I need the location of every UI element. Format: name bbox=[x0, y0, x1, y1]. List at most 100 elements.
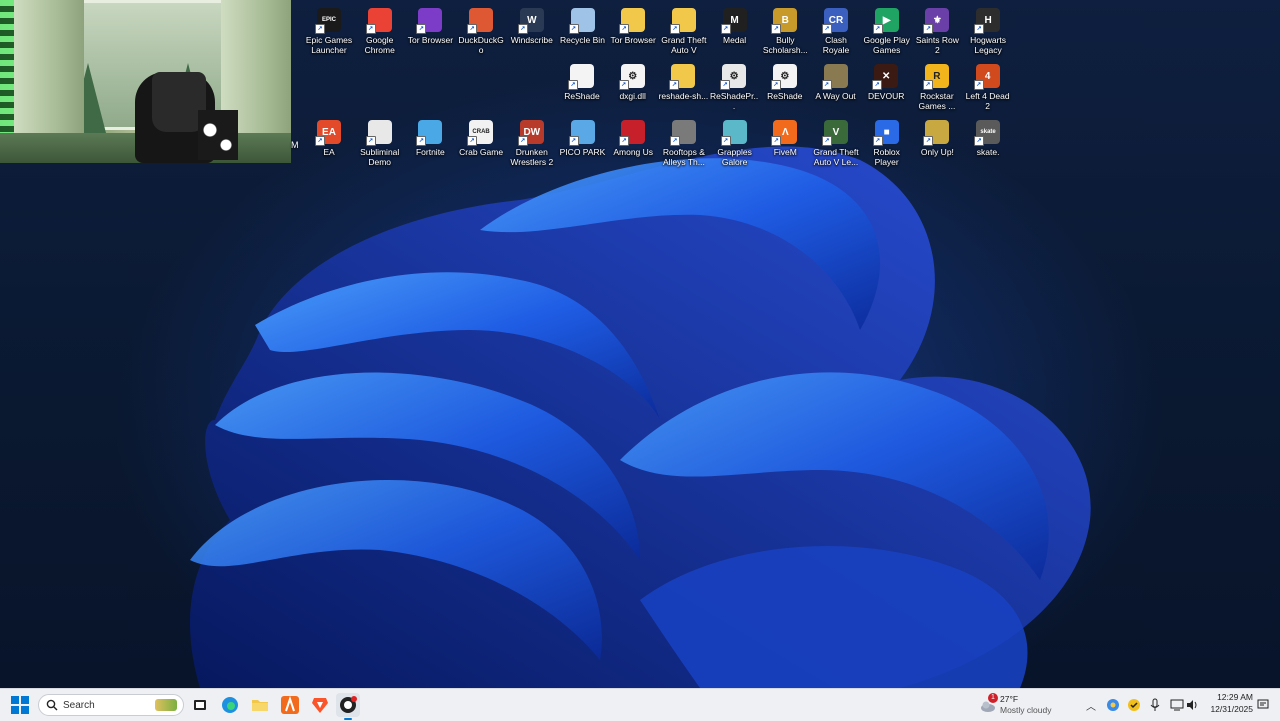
desktop-icon-label: Saints Row 2 bbox=[915, 35, 959, 55]
reshade2-icon-glyph: ⚙ bbox=[780, 70, 790, 82]
chevron-up-icon: ︿ bbox=[1086, 701, 1096, 713]
fortnite-icon: ↗ bbox=[416, 120, 443, 146]
devour-icon-glyph: ✕ bbox=[881, 70, 891, 82]
folder-icon bbox=[252, 700, 268, 711]
desktop-icon-label: Medal bbox=[723, 35, 747, 45]
clock[interactable]: 12:29 AM 12/31/2025 bbox=[1205, 692, 1253, 718]
desktop-icon-amongus[interactable]: ↗ Among Us bbox=[608, 116, 658, 157]
brave-button[interactable] bbox=[308, 693, 332, 717]
desktop-icon-saints[interactable]: ⚜ ↗ Saints Row 2 bbox=[912, 4, 962, 55]
desktop-icon-onlyup[interactable]: ↗ Only Up! bbox=[912, 116, 962, 157]
desktop-icon-clash[interactable]: CR ↗ Clash Royale bbox=[811, 4, 861, 55]
desktop-icon-hogwarts[interactable]: H ↗ Hogwarts Legacy bbox=[963, 4, 1013, 55]
partial-icon-label: M bbox=[291, 140, 299, 150]
grapples-icon: ↗ bbox=[720, 120, 747, 146]
obs-button[interactable] bbox=[336, 693, 360, 720]
amongus-icon: ↗ bbox=[619, 120, 646, 146]
tray-norton-button[interactable] bbox=[1125, 693, 1143, 717]
desktop-icon-grapples[interactable]: ↗ Grapples Galore bbox=[710, 116, 760, 167]
task-view-button[interactable] bbox=[188, 693, 212, 717]
search-icon bbox=[46, 699, 58, 711]
desktop-icon-ddg[interactable]: ↗ DuckDuckGo bbox=[456, 4, 506, 55]
notification-icon bbox=[1257, 699, 1269, 709]
desktop-icon-tor1[interactable]: ↗ Tor Browser bbox=[405, 4, 455, 45]
reshade2-icon: ⚙ ↗ bbox=[770, 64, 797, 90]
desktop-icon-gta5le[interactable]: V ↗ Grand Theft Auto V Le... bbox=[811, 116, 861, 167]
desktop-icon-gta5[interactable]: ↗ Grand Theft Auto V bbox=[659, 4, 709, 55]
desktop-icon-recycle[interactable]: ↗ Recycle Bin bbox=[558, 4, 608, 45]
desktop-icon-fortnite[interactable]: ↗ Fortnite bbox=[405, 116, 455, 157]
shortcut-arrow-icon: ↗ bbox=[467, 24, 478, 34]
devour-icon: ✕ ↗ bbox=[872, 64, 899, 90]
desktop-icon-windscribe[interactable]: W ↗ Windscribe bbox=[507, 4, 557, 45]
webcam-overlay bbox=[0, 0, 291, 163]
reshadesh-icon: ↗ bbox=[669, 64, 696, 90]
chrome-icon: ↗ bbox=[365, 8, 392, 34]
desktop-icon-gpg[interactable]: ▶ ↗ Google Play Games bbox=[862, 4, 912, 55]
clash-icon: CR ↗ bbox=[822, 8, 848, 34]
desktop-icon-label: DEVOUR bbox=[868, 91, 905, 101]
desktop-icon-chrome[interactable]: ↗ Google Chrome bbox=[355, 4, 405, 55]
dxgi-icon: ⚙ ↗ bbox=[618, 64, 645, 90]
desktop-icon-dxgi[interactable]: ⚙ ↗ dxgi.dll bbox=[608, 60, 658, 101]
desktop-icon-subliminal[interactable]: ↗ Subliminal Demo bbox=[355, 116, 405, 167]
shortcut-arrow-icon: ↗ bbox=[619, 24, 630, 34]
desktop-icon-skate[interactable]: skate ↗ skate. bbox=[963, 116, 1013, 157]
shortcut-arrow-icon: ↗ bbox=[771, 24, 782, 34]
shortcut-arrow-icon: ↗ bbox=[973, 80, 984, 90]
gpg-icon: ▶ ↗ bbox=[872, 8, 899, 34]
desktop[interactable]: M EPIC ↗ Epic Games Launcher ↗ Google Chrome… bbox=[0, 0, 1280, 688]
fivem-taskbar-button[interactable] bbox=[278, 693, 302, 717]
desktop-icon-rooftops[interactable]: ↗ Rooftops & Alleys Th... bbox=[659, 116, 709, 167]
tray-app-button[interactable] bbox=[1104, 693, 1122, 717]
l4d2-icon: 4 ↗ bbox=[973, 64, 1000, 90]
notifications-button[interactable] bbox=[1254, 693, 1272, 717]
desktop-icon-epic[interactable]: EPIC ↗ Epic Games Launcher bbox=[304, 4, 354, 55]
weather-widget[interactable]: 1 27°F Mostly cloudy bbox=[980, 692, 1060, 718]
desktop-icon-tor2[interactable]: ↗ Tor Browser bbox=[608, 4, 658, 45]
desktop-icon-ea[interactable]: EA ↗ EA bbox=[304, 116, 354, 157]
tray-app-icon bbox=[1107, 699, 1119, 711]
bully-icon-glyph: B bbox=[781, 14, 789, 26]
volume-button[interactable] bbox=[1184, 693, 1202, 717]
taskbar-search[interactable]: Search bbox=[38, 694, 184, 716]
desktop-icon-awayout[interactable]: ↗ A Way Out bbox=[811, 60, 861, 101]
desktop-icon-devour[interactable]: ✕ ↗ DEVOUR bbox=[861, 60, 911, 101]
desktop-icon-crab[interactable]: CRAB ↗ Crab Game bbox=[456, 116, 506, 157]
desktop-icon-l4d2[interactable]: 4 ↗ Left 4 Dead 2 bbox=[963, 60, 1013, 111]
microphone-button[interactable] bbox=[1146, 693, 1164, 717]
desktop-icon-pico[interactable]: ↗ PICO PARK bbox=[558, 116, 608, 157]
gta5le-icon: V ↗ bbox=[822, 120, 848, 146]
desktop-icon-drunken[interactable]: DW ↗ Drunken Wrestlers 2 bbox=[507, 116, 557, 167]
start-button[interactable] bbox=[8, 693, 32, 717]
desktop-icon-label: dxgi.dll bbox=[619, 91, 646, 101]
obs-icon bbox=[340, 696, 357, 713]
shortcut-arrow-icon: ↗ bbox=[416, 24, 427, 34]
tor2-icon: ↗ bbox=[619, 8, 646, 34]
desktop-icon-reshadesh[interactable]: ↗ reshade-sh... bbox=[658, 60, 708, 101]
hogwarts-icon: H ↗ bbox=[974, 8, 1001, 34]
desktop-icon-fivem[interactable]: Λ ↗ FiveM bbox=[760, 116, 810, 157]
shortcut-arrow-icon: ↗ bbox=[923, 136, 934, 146]
desktop-icon-reshadepr[interactable]: ⚙ ↗ ReShadePr... bbox=[709, 60, 759, 111]
shortcut-arrow-icon: ↗ bbox=[669, 24, 680, 34]
desktop-icon-label: FiveM bbox=[773, 147, 797, 157]
desktop-icon-reshade1[interactable]: ↗ ReShade bbox=[557, 60, 607, 101]
desktop-icon-label: DuckDuckGo bbox=[458, 35, 504, 55]
desktop-icon-bully[interactable]: B ↗ Bully Scholarsh... bbox=[760, 4, 810, 55]
reshadepr-icon: ⚙ ↗ bbox=[720, 64, 747, 90]
desktop-icon-reshade2[interactable]: ⚙ ↗ ReShade bbox=[760, 60, 810, 101]
file-explorer-button[interactable] bbox=[248, 693, 272, 717]
desktop-icon-roblox[interactable]: ■ ↗ Roblox Player bbox=[862, 116, 912, 167]
desktop-icon-label: Rooftops & Alleys Th... bbox=[662, 147, 705, 167]
shortcut-arrow-icon: ↗ bbox=[467, 136, 478, 146]
desktop-icon-rockstar[interactable]: R ↗ Rockstar Games ... bbox=[912, 60, 962, 111]
edge-button[interactable] bbox=[218, 693, 242, 717]
desktop-icon-label: Rockstar Games ... bbox=[918, 91, 956, 111]
show-hidden-icons-button[interactable]: ︿ bbox=[1083, 693, 1099, 717]
shortcut-arrow-icon: ↗ bbox=[720, 136, 731, 146]
desktop-icon-medal[interactable]: M ↗ Medal bbox=[710, 4, 760, 45]
edge-icon bbox=[222, 697, 238, 713]
hogwarts-icon-glyph: H bbox=[984, 14, 992, 26]
weather-badge: 1 bbox=[988, 693, 998, 703]
